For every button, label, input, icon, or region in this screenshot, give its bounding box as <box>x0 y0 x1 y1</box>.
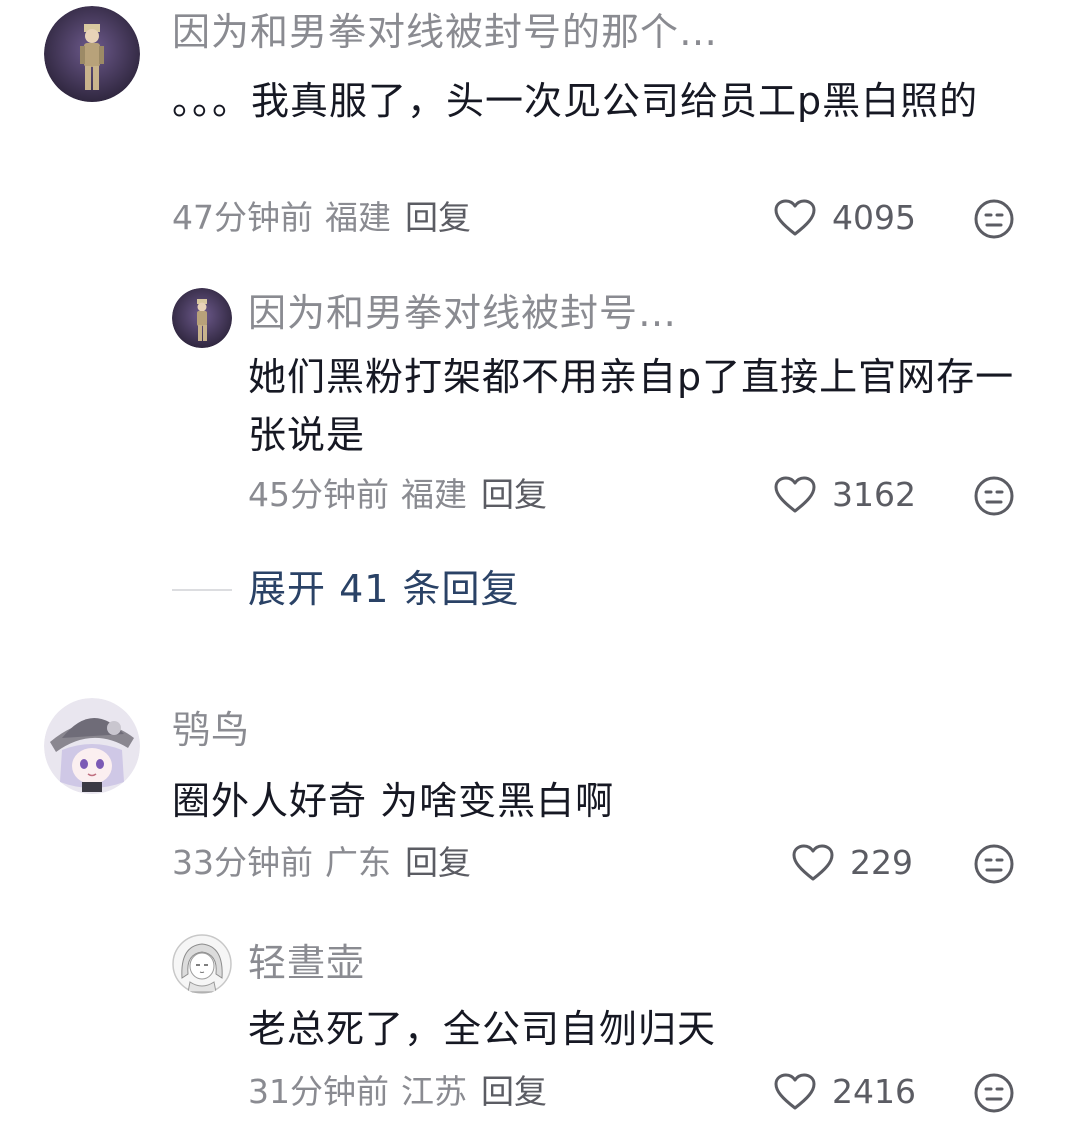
heart-icon[interactable] <box>774 199 816 237</box>
username[interactable]: 轻晝壶 <box>248 941 365 985</box>
comment-time: 47分钟前 <box>172 198 313 237</box>
reply-time: 45分钟前 <box>248 475 389 514</box>
heart-icon[interactable] <box>792 844 834 882</box>
reply-text: 老总死了，全公司自刎归天 <box>248 1007 717 1051</box>
dislike-face-icon[interactable] <box>973 198 1015 240</box>
avatar[interactable] <box>172 288 232 348</box>
reply-meta: 45分钟前 福建 回复 <box>248 475 547 515</box>
comment-location: 福建 <box>325 198 391 237</box>
anime-girl-hat-avatar-icon <box>44 698 140 794</box>
heart-icon[interactable] <box>774 476 816 514</box>
reply-location: 江苏 <box>401 1072 467 1111</box>
reply-button[interactable]: 回复 <box>481 475 547 514</box>
like-group: 3162 <box>774 475 916 515</box>
dislike-face-icon[interactable] <box>973 475 1015 517</box>
comment-meta: 47分钟前 福建 回复 <box>172 198 471 238</box>
reply-button[interactable]: 回复 <box>405 198 471 237</box>
dislike-face-icon[interactable] <box>973 1072 1015 1114</box>
reply-time: 31分钟前 <box>248 1072 389 1111</box>
like-count: 3162 <box>832 475 916 514</box>
expand-divider <box>172 589 232 591</box>
like-count: 4095 <box>832 198 916 237</box>
like-count: 229 <box>850 843 913 882</box>
avatar[interactable] <box>172 934 232 994</box>
comment-text: 圈外人好奇 为啥变黑白啊 <box>172 779 615 823</box>
avatar[interactable] <box>44 698 140 794</box>
comment-meta: 33分钟前 广东 回复 <box>172 843 471 883</box>
like-group: 229 <box>792 843 913 883</box>
sketch-girl-avatar-icon <box>172 934 232 994</box>
like-count: 2416 <box>832 1072 916 1111</box>
anime-character-avatar-icon <box>172 288 232 348</box>
reply-button[interactable]: 回复 <box>481 1072 547 1111</box>
like-group: 4095 <box>774 198 916 238</box>
username[interactable]: 鸮鸟 <box>172 708 250 752</box>
heart-icon[interactable] <box>774 1073 816 1111</box>
username[interactable]: 因为和男拳对线被封号的那个… <box>172 10 718 54</box>
anime-character-avatar-icon <box>44 6 140 102</box>
comment-location: 广东 <box>325 843 391 882</box>
comment-text: 。。。我真服了，头一次见公司给员工p黑白照的 <box>172 79 979 123</box>
reply-text: 她们黑粉打架都不用亲自p了直接上官网存一张说是 <box>248 355 1015 457</box>
like-group: 2416 <box>774 1072 916 1112</box>
reply-button[interactable]: 回复 <box>405 843 471 882</box>
comment-time: 33分钟前 <box>172 843 313 882</box>
avatar[interactable] <box>44 6 140 102</box>
username[interactable]: 因为和男拳对线被封号… <box>248 291 677 335</box>
dislike-face-icon[interactable] <box>973 843 1015 885</box>
reply-location: 福建 <box>401 475 467 514</box>
expand-replies-button[interactable]: 展开 41 条回复 <box>248 566 520 612</box>
reply-meta: 31分钟前 江苏 回复 <box>248 1072 547 1112</box>
